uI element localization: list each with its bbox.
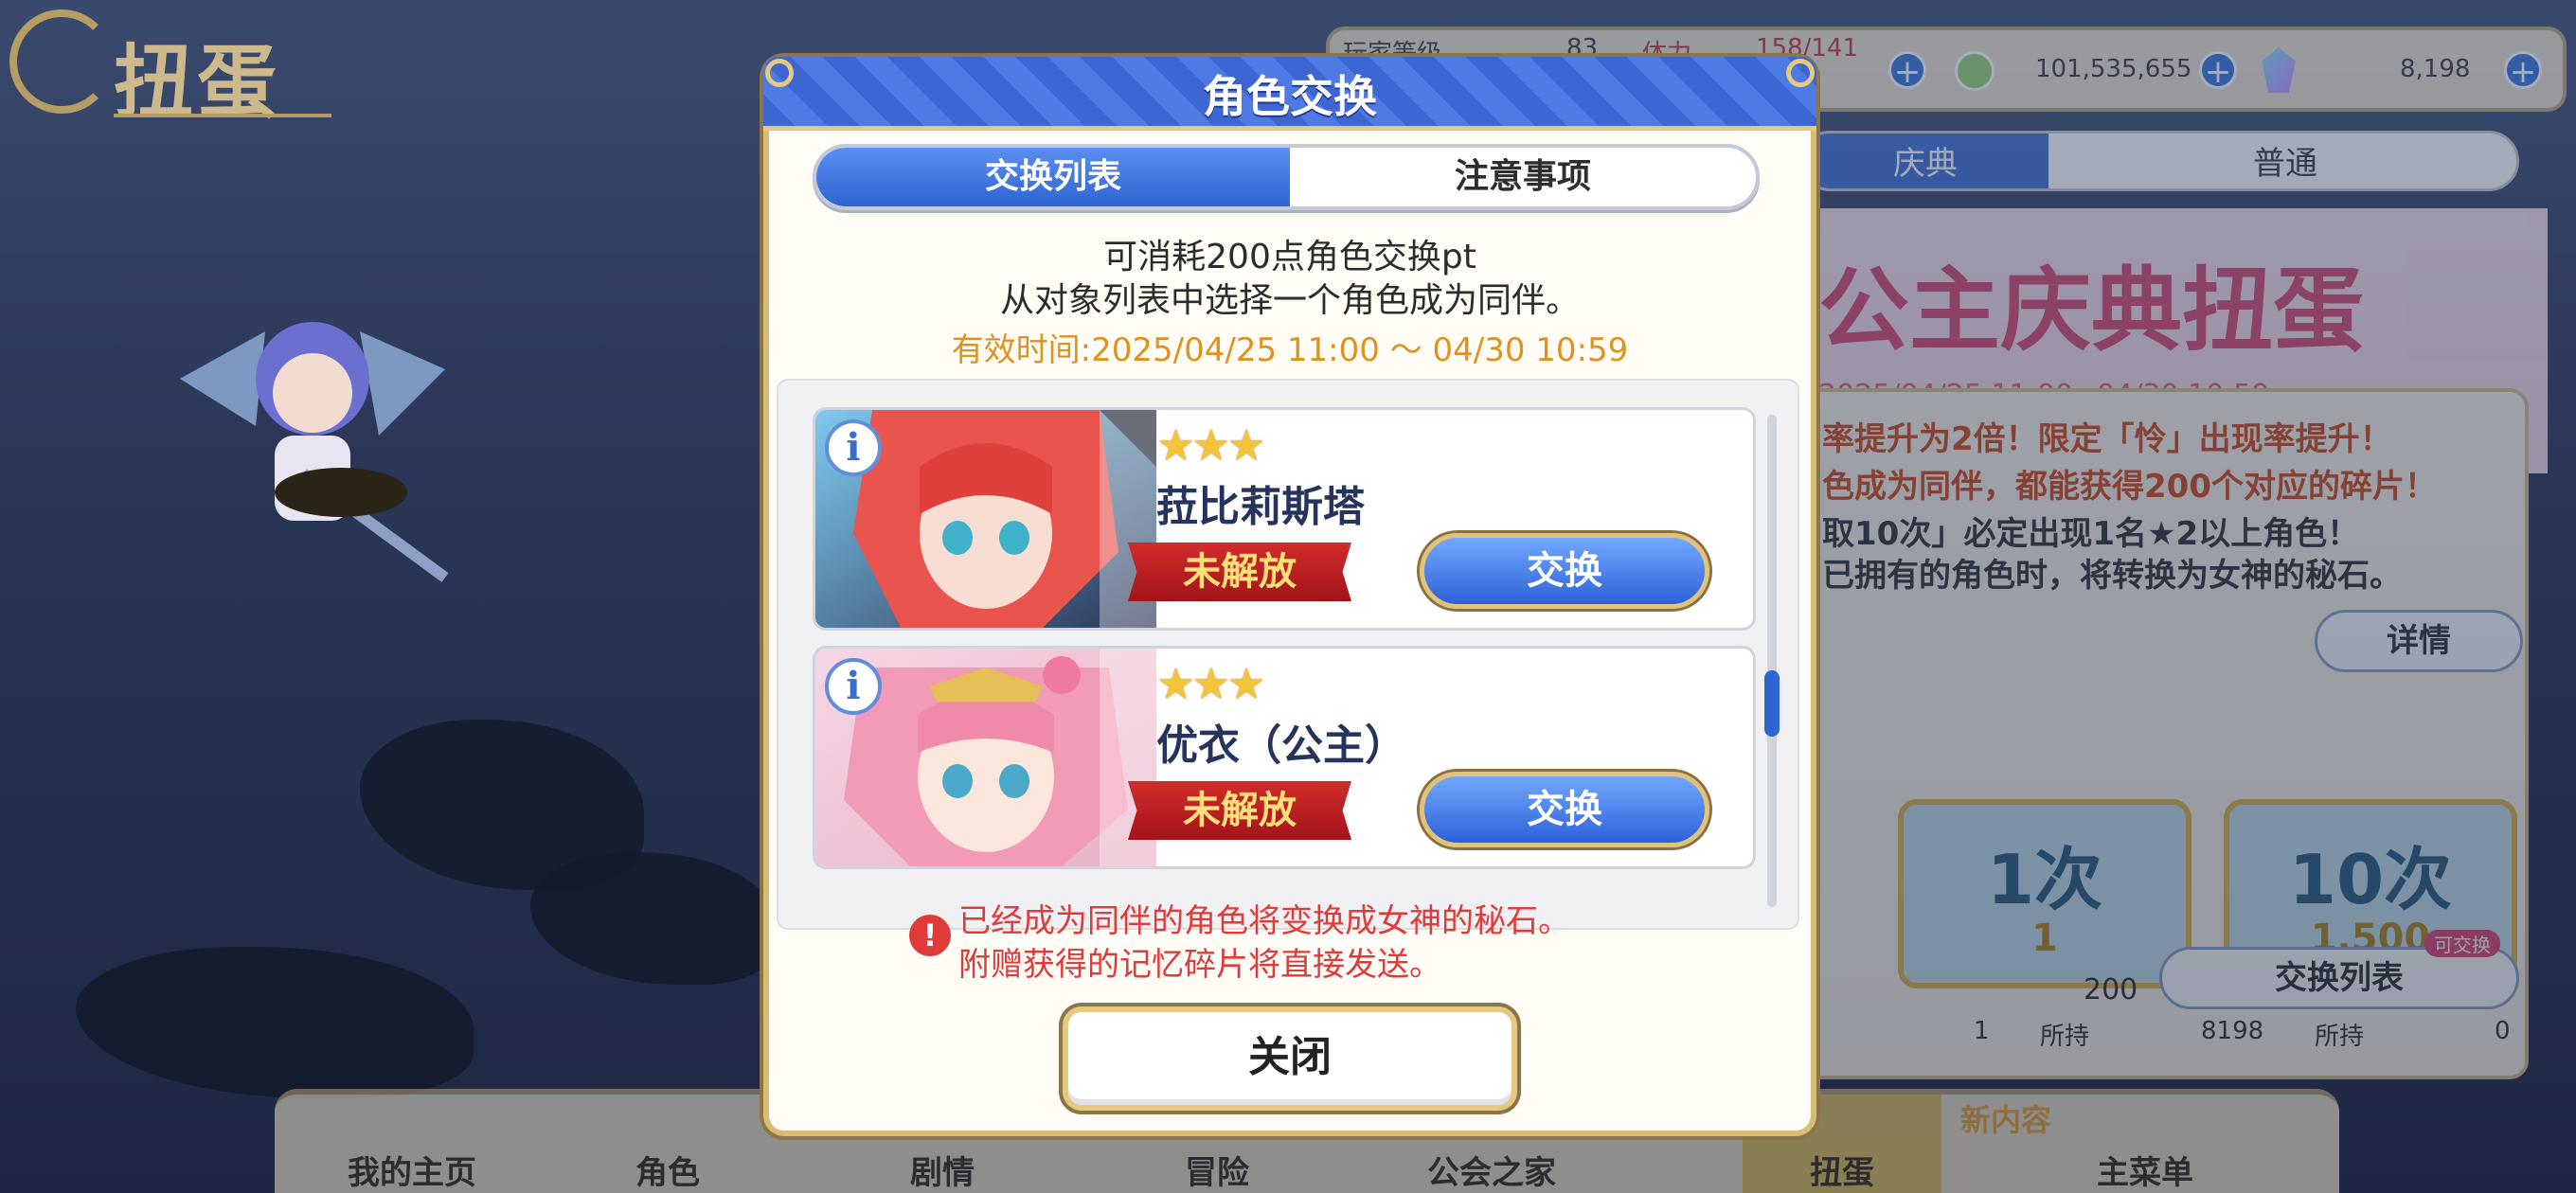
new-content-badge: 新内容 [1960,1102,2052,1138]
description-line-1: 可消耗200点角色交换pt [1103,238,1476,276]
locked-status-badge: 未解放 [1128,543,1351,601]
details-button[interactable]: 详情 [2315,610,2523,672]
swirl-ornament-icon [9,9,114,114]
banner-title: 公主庆典扭蛋 [1818,258,2364,364]
pull-one-button[interactable]: 1次 1 [1898,799,2191,988]
exchange-button[interactable]: 交换 [1420,533,1709,609]
list-scrollbar-thumb[interactable] [1764,670,1780,737]
character-name: 菈比莉斯塔 [1156,483,1365,531]
nav-guild-house[interactable]: 公会之家 [1392,1147,1591,1193]
character-card: i ★★★ 菈比莉斯塔 未解放 交换 [813,407,1756,631]
tab-notes[interactable]: 注意事项 [1290,148,1756,206]
jewel-value: 8,198 [2400,55,2471,83]
star-rating: ★★★ [1156,419,1266,471]
corner-ornament-icon [1786,59,1815,87]
exchange-button[interactable]: 交换 [1420,772,1709,847]
gacha-logo: 扭蛋 [9,9,331,129]
owned-label: 所持 [2315,1023,2365,1051]
character-info-icon[interactable]: i [825,658,882,715]
add-jewel-button[interactable]: + [2504,51,2542,90]
tab-normal[interactable]: 普通 [2048,134,2516,188]
close-button[interactable]: 关闭 [1063,1006,1517,1111]
validity-period: 有效时间:2025/04/25 11:00 ～ 04/30 10:59 [951,331,1629,369]
gacha-banner-panel: 庆典 普通 公主庆典扭蛋 2025/04/25 11:00~04/30 10:5… [1799,114,2548,1079]
corner-ornament-icon [765,59,794,87]
bg-rock [530,852,777,985]
banner-info-line: 取10次」必定出现1名★2以上角色！ [1822,515,2360,553]
warning-line-2: 附赠获得的记忆碎片将直接发送。 [958,946,1441,984]
warning-icon: ! [909,915,951,956]
tab-exchange-list[interactable]: 交换列表 [816,148,1290,206]
mana-value: 101,535,655 [2035,55,2192,83]
tab-festival[interactable]: 庆典 [1802,134,2048,188]
nav-main-menu[interactable]: 主菜单 [2046,1147,2245,1193]
dialog-tab-switcher: 交换列表 注意事项 [813,144,1760,210]
warning-line-1: 已经成为同伴的角色将变换成女神的秘石。 [958,902,1570,940]
warning-message: 已经成为同伴的角色将变换成女神的秘石。 附赠获得的记忆碎片将直接发送。 [958,899,1570,987]
character-exchange-dialog: 角色交换 交换列表 注意事项 可消耗200点角色交换pt 从对象列表中选择一个角… [763,57,1816,1136]
exchange-points-value: 200 [2084,973,2138,1006]
nav-characters[interactable]: 角色 [568,1147,767,1193]
dialog-header: 角色交换 [763,57,1816,131]
banner-info-line: 色成为同伴，都能获得200个对应的碎片！ [1822,468,2437,506]
add-stamina-button[interactable]: + [1888,51,1926,90]
character-name: 优衣（公主） [1156,721,1406,770]
character-info-icon[interactable]: i [825,419,882,476]
exchange-available-badge: 可交换 [2424,930,2500,957]
bg-rock [76,947,474,1098]
description-line-2: 从对象列表中选择一个角色成为同伴。 [999,281,1580,320]
chibi-character [180,322,449,582]
pull-one-label: 1次 [1986,840,2103,919]
character-card: i ★★★ 优衣（公主） 未解放 交换 [813,646,1756,869]
banner-info-line: 率提升为2倍！限定「怜」出现率提升！ [1822,420,2392,458]
banner-tabs: 庆典 普通 [1799,131,2519,191]
dialog-title: 角色交换 [1203,71,1377,122]
zero-count: 0 [2495,1017,2511,1045]
logo-underline [114,114,331,117]
star-rating: ★★★ [1156,658,1266,709]
jewel-count: 8198 [2201,1017,2264,1045]
add-mana-button[interactable]: + [2199,51,2237,90]
nav-adventure[interactable]: 冒险 [1118,1147,1316,1193]
banner-info-line: 已拥有的角色时，将转换为女神的秘石。 [1822,557,2402,595]
pull-ten-label: 10次 [2288,840,2453,919]
locked-status-badge: 未解放 [1128,781,1351,840]
owned-label: 所持 [2040,1023,2090,1051]
list-scrollbar-track[interactable] [1767,415,1777,907]
ticket-count: 1 [1974,1017,1990,1045]
jewel-icon [2262,47,2296,93]
pull-one-cost: 1 [2031,917,2058,960]
mana-icon [1955,51,1995,91]
nav-story[interactable]: 剧情 [843,1147,1042,1193]
nav-home[interactable]: 我的主页 [313,1147,511,1193]
